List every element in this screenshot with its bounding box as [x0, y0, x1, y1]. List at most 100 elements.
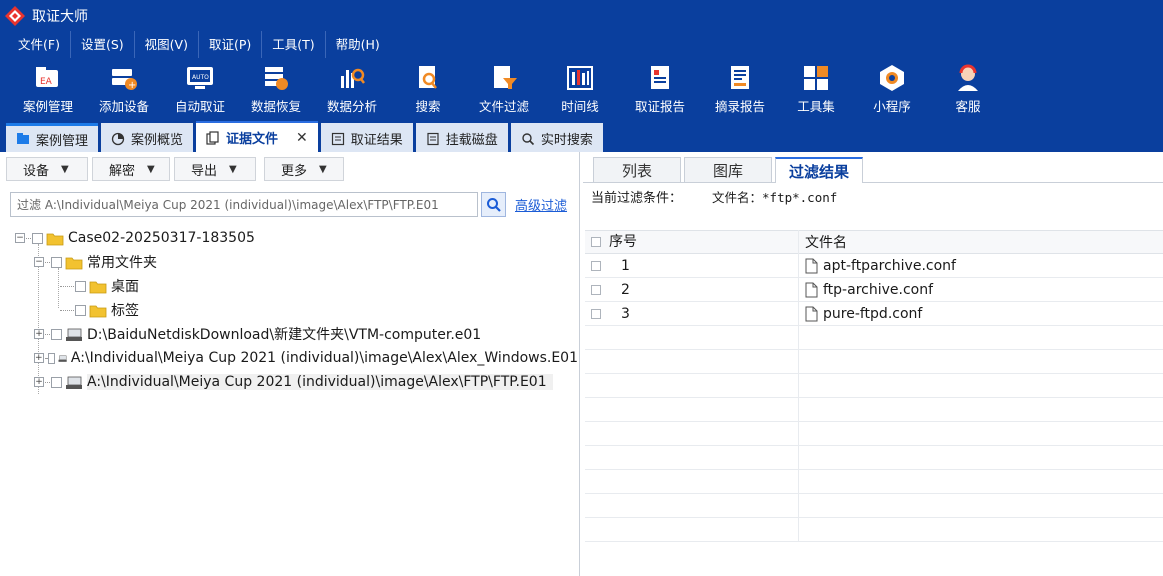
disk-mount-icon: [426, 132, 440, 146]
tab-gallery[interactable]: 图库: [684, 157, 772, 183]
mini-program-button[interactable]: 小程序: [854, 58, 930, 120]
tree-checkbox[interactable]: [48, 352, 55, 364]
expand-icon[interactable]: +: [34, 329, 44, 339]
tree-node-evidence-vtm[interactable]: + D:\BaiduNetdiskDownload\新建文件夹\VTM-comp…: [0, 322, 578, 346]
svg-text:EA: EA: [40, 77, 53, 87]
tree-node-tags[interactable]: 标签: [0, 298, 578, 322]
file-icon: [805, 282, 818, 297]
tree-node-common-folders[interactable]: − 常用文件夹: [0, 250, 578, 274]
forensic-report-button[interactable]: 取证报告: [618, 58, 702, 120]
filter-condition: 当前过滤条件： 文件名：*ftp*.conf: [591, 187, 837, 206]
tab-case-management[interactable]: 案例管理: [6, 123, 99, 152]
close-tab-icon[interactable]: ✕: [296, 130, 308, 146]
search-button[interactable]: 搜索: [390, 58, 466, 120]
results-grid: 序号 文件名 1 apt-ftparchive.conf 2 ftp-archi…: [585, 230, 1163, 542]
grid-header-row: 序号 文件名: [585, 230, 1163, 254]
tab-filter-results[interactable]: 过滤结果: [775, 157, 863, 183]
forensic-report-icon: [651, 66, 669, 89]
filter-input[interactable]: [10, 192, 478, 217]
tab-case-overview[interactable]: 案例概览: [101, 123, 194, 152]
menu-file[interactable]: 文件(F): [8, 31, 71, 58]
advanced-filter-link[interactable]: 高级过滤: [515, 195, 567, 214]
tree-node-label: A:\Individual\Meiya Cup 2021 (individual…: [87, 374, 553, 390]
auto-forensics-label: 自动取证: [174, 99, 225, 114]
tree-checkbox[interactable]: [32, 232, 43, 244]
results-tab-bar: 列表 图库 过滤结果: [593, 157, 866, 183]
data-recovery-button[interactable]: 数据恢复: [238, 58, 314, 120]
decrypt-dropdown-label: 解密: [109, 163, 136, 179]
menu-view[interactable]: 视图(V): [135, 31, 199, 58]
tree-node-desktop[interactable]: 桌面: [0, 274, 578, 298]
table-row[interactable]: 2 ftp-archive.conf: [585, 277, 1163, 302]
folder-icon: [89, 281, 107, 293]
menu-settings[interactable]: 设置(S): [71, 31, 135, 58]
collapse-icon[interactable]: −: [15, 233, 25, 243]
menu-tools[interactable]: 工具(T): [262, 31, 326, 58]
add-device-button[interactable]: + 添加设备: [86, 58, 162, 120]
menu-bar: 文件(F) 设置(S) 视图(V) 取证(P) 工具(T) 帮助(H): [0, 31, 1163, 58]
row-checkbox[interactable]: [585, 308, 607, 319]
left-pane-toolbar: 设备 ▼ 解密 ▼ 导出 ▼ 更多 ▼: [6, 157, 348, 181]
folder-icon: [46, 233, 64, 245]
collapse-icon[interactable]: −: [34, 257, 44, 267]
timeline-label: 时间线: [561, 99, 599, 114]
tab-mounted-disks[interactable]: 挂载磁盘: [415, 123, 508, 152]
data-analysis-button[interactable]: 数据分析: [314, 58, 390, 120]
tab-evidence-files[interactable]: 证据文件 ✕: [196, 121, 318, 152]
empty-row: [585, 325, 1163, 350]
row-checkbox[interactable]: [585, 284, 607, 295]
expand-icon[interactable]: +: [34, 377, 44, 387]
toolset-button[interactable]: 工具集: [778, 58, 854, 120]
decrypt-dropdown-button[interactable]: 解密 ▼: [92, 157, 170, 181]
tree-checkbox[interactable]: [75, 304, 86, 316]
auto-forensics-icon: AUTO: [187, 67, 213, 89]
excerpt-report-button[interactable]: 摘录报告: [702, 58, 778, 120]
timeline-button[interactable]: 时间线: [542, 58, 618, 120]
excerpt-report-label: 摘录报告: [714, 99, 765, 114]
tree-connector: [60, 285, 68, 287]
svg-text:AUTO: AUTO: [192, 74, 209, 81]
auto-forensics-button[interactable]: AUTO 自动取证: [162, 58, 238, 120]
expand-icon[interactable]: +: [34, 353, 44, 363]
evidence-tree: − Case02-20250317-183505 − 常用文件夹 桌面 标签 +: [0, 226, 578, 394]
empty-row: [585, 421, 1163, 446]
row-index: 3: [607, 301, 799, 326]
pie-chart-icon: [111, 132, 125, 146]
customer-service-button[interactable]: 客服: [930, 58, 1006, 120]
table-row[interactable]: 1 apt-ftparchive.conf: [585, 253, 1163, 278]
tree-connector: [60, 309, 68, 311]
tree-node-case[interactable]: − Case02-20250317-183505: [0, 226, 578, 250]
tab-forensic-results[interactable]: 取证结果: [320, 123, 413, 152]
tab-list[interactable]: 列表: [593, 157, 681, 183]
tree-checkbox[interactable]: [51, 376, 62, 388]
tab-label: 证据文件: [226, 132, 279, 147]
tree-node-label: Case02-20250317-183505: [68, 230, 255, 246]
empty-row: [585, 373, 1163, 398]
tree-checkbox[interactable]: [75, 280, 86, 292]
file-filter-button[interactable]: 文件过滤: [466, 58, 542, 120]
column-header-index[interactable]: 序号: [607, 230, 799, 254]
menu-help[interactable]: 帮助(H): [326, 31, 390, 58]
select-all-checkbox[interactable]: [585, 237, 607, 247]
case-management-button[interactable]: EA 案例管理: [10, 58, 86, 120]
device-dropdown-label: 设备: [23, 163, 50, 179]
tab-label: 取证结果: [350, 133, 403, 148]
tree-node-evidence-ftp[interactable]: + A:\Individual\Meiya Cup 2021 (individu…: [0, 370, 578, 394]
tree-checkbox[interactable]: [51, 256, 62, 268]
tab-realtime-search[interactable]: 实时搜索: [510, 123, 603, 152]
more-dropdown-button[interactable]: 更多 ▼: [264, 157, 344, 181]
tree-checkbox[interactable]: [51, 328, 62, 340]
folder-icon: [89, 305, 107, 317]
table-row[interactable]: 3 pure-ftpd.conf: [585, 301, 1163, 326]
row-checkbox[interactable]: [585, 260, 607, 271]
menu-forensics[interactable]: 取证(P): [199, 31, 263, 58]
filter-search-button[interactable]: [481, 192, 506, 217]
export-dropdown-button[interactable]: 导出 ▼: [174, 157, 256, 181]
empty-row: [585, 517, 1163, 542]
tab-label: 挂载磁盘: [445, 133, 498, 148]
device-dropdown-button[interactable]: 设备 ▼: [6, 157, 88, 181]
tree-node-evidence-alex-windows[interactable]: + A:\Individual\Meiya Cup 2021 (individu…: [0, 346, 578, 370]
results-pane: 列表 图库 过滤结果 当前过滤条件： 文件名：*ftp*.conf 序号 文件名…: [583, 152, 1163, 576]
add-device-icon: +: [112, 69, 137, 91]
column-header-filename[interactable]: 文件名: [799, 230, 1163, 254]
